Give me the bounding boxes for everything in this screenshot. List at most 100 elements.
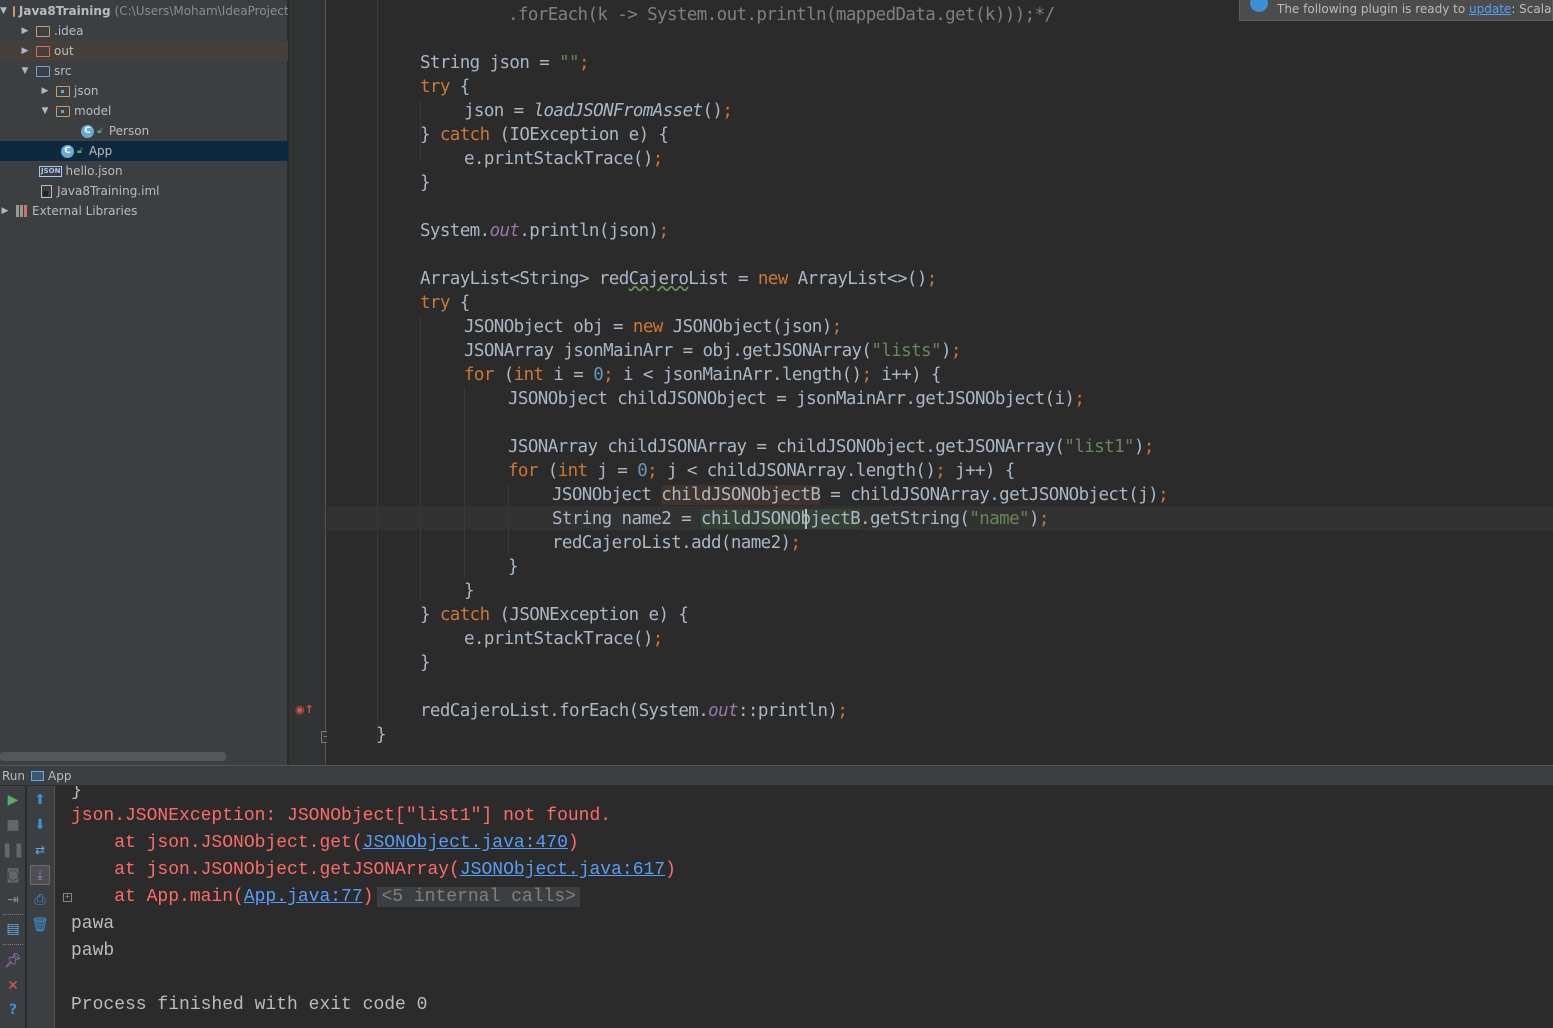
- tree-path: (C:\Users\Moham\IdeaProjects\...: [114, 4, 288, 18]
- code-line: redCajeroList.forEach(System.out::printl…: [420, 701, 848, 721]
- notification-text: The following plugin is ready to: [1277, 2, 1470, 16]
- stop-icon[interactable]: ■: [3, 815, 23, 835]
- run-config-tab[interactable]: App: [48, 769, 71, 783]
- tree-label: json: [74, 84, 99, 98]
- run-icon[interactable]: ▶: [3, 790, 23, 810]
- stack-link[interactable]: App.java:77: [244, 887, 363, 907]
- exception-line: json.JSONException: JSONObject["list1"] …: [71, 806, 612, 826]
- tree-label: .idea: [54, 24, 84, 38]
- json-file-icon: JSON: [39, 165, 63, 177]
- code-line: for (int i = 0; i < jsonMainArr.length()…: [464, 365, 942, 385]
- stack-link[interactable]: JSONObject.java:470: [363, 833, 568, 853]
- editor-gutter[interactable]: [289, 0, 326, 765]
- code-line: String json = "";: [420, 53, 590, 73]
- stack-trace-line: at App.main(App.java:77) <5 internal call…: [71, 884, 580, 911]
- code-line: } catch (IOException e) {: [420, 125, 669, 145]
- tree-label: out: [54, 44, 74, 58]
- chevron-right-icon[interactable]: ▶: [20, 26, 30, 36]
- tree-label: Java8Training.iml: [57, 184, 160, 198]
- indent-guide: [420, 316, 421, 601]
- code-line: try {: [420, 293, 470, 313]
- tree-item-external-libraries[interactable]: ▶ External Libraries: [0, 201, 288, 221]
- libraries-icon: [16, 205, 27, 217]
- tree-label: Person: [108, 124, 150, 138]
- pause-icon[interactable]: ❚❚: [1, 840, 24, 860]
- code-line: }: [464, 581, 475, 601]
- lock-icon: 🔓︎: [77, 146, 83, 156]
- trash-icon[interactable]: 🗑︎: [30, 915, 50, 935]
- indent-guide: [508, 484, 509, 554]
- tree-root-java8training[interactable]: ▼ Java8Training (C:\Users\Moham\IdeaProj…: [0, 1, 288, 21]
- tree-item-idea[interactable]: ▶ .idea: [0, 21, 288, 41]
- code-line: try {: [420, 77, 470, 97]
- run-toolbar-left: ▶ ■ ❚❚ ◙ ⇥ ▤ 📌︎ ✕ ?: [0, 786, 26, 1028]
- code-line: JSONObject childJSONObject = jsonMainArr…: [508, 389, 1085, 409]
- toolbar-separator: [3, 944, 23, 945]
- internal-calls-fold[interactable]: <5 internal calls>: [377, 887, 580, 907]
- code-line: System.out.println(json);: [420, 221, 669, 241]
- indent-guide: [464, 388, 465, 578]
- folder-icon: [36, 25, 50, 37]
- plugin-update-notification[interactable]: The following plugin is ready to update:…: [1239, 0, 1553, 21]
- code-line: e.printStackTrace();: [464, 149, 663, 169]
- iml-file-icon: [41, 184, 52, 198]
- code-line: }: [508, 557, 519, 577]
- code-editor[interactable]: .forEach(k -> System.out.println(mappedD…: [327, 0, 1553, 765]
- tree-item-model[interactable]: ▼ model: [0, 101, 288, 121]
- class-icon: C: [81, 124, 94, 138]
- run-label: Run: [2, 768, 26, 783]
- help-icon[interactable]: ?: [3, 1000, 23, 1020]
- code-line: } catch (JSONException e) {: [420, 605, 689, 625]
- tree-item-person[interactable]: C 🔓︎ Person: [0, 121, 288, 141]
- tree-item-iml[interactable]: Java8Training.iml: [0, 181, 288, 201]
- close-icon[interactable]: ✕: [3, 976, 23, 996]
- stack-link[interactable]: JSONObject.java:617: [460, 860, 665, 880]
- code-line: }: [420, 173, 431, 193]
- scroll-to-end-icon[interactable]: ⤓: [30, 865, 50, 885]
- up-arrow-icon[interactable]: ⬆: [30, 790, 50, 810]
- tree-label: hello.json: [65, 164, 123, 178]
- update-link[interactable]: update: [1469, 2, 1511, 16]
- chevron-right-icon[interactable]: ▶: [0, 206, 10, 216]
- dump-threads-icon[interactable]: ◙: [3, 865, 23, 885]
- override-marker-icon[interactable]: ◉↑: [295, 703, 314, 716]
- package-icon: [56, 85, 70, 97]
- notification-text-suffix: : Scala: [1511, 2, 1552, 16]
- chevron-down-icon[interactable]: ▼: [20, 66, 30, 76]
- indent-guide: [377, 0, 378, 745]
- chevron-right-icon[interactable]: ▶: [20, 46, 30, 56]
- tree-item-src[interactable]: ▼ src: [0, 61, 288, 81]
- code-line: JSONArray childJSONArray = childJSONObje…: [508, 437, 1154, 457]
- tree-label: External Libraries: [32, 204, 138, 218]
- down-arrow-icon[interactable]: ⬇: [30, 815, 50, 835]
- tree-item-json[interactable]: ▶ json: [0, 81, 288, 101]
- chevron-right-icon[interactable]: ▶: [40, 86, 50, 96]
- toolbar-separator: [3, 914, 23, 915]
- code-line: json = loadJSONFromAsset();: [464, 101, 733, 121]
- print-icon[interactable]: ⎙: [30, 890, 50, 910]
- tree-label: src: [54, 64, 72, 78]
- output-line: pawb: [71, 941, 115, 961]
- layout-icon[interactable]: ▤: [3, 919, 23, 939]
- run-toolbar-right: ⬆ ⬇ ⇄ ⤓ ⎙ 🗑︎: [27, 786, 55, 1028]
- tree-item-app[interactable]: C 🔓︎ App: [0, 141, 288, 161]
- tree-label: model: [74, 104, 112, 118]
- stack-trace-line: at json.JSONObject.getJSONArray(JSONObje…: [71, 860, 676, 880]
- module-folder-icon: [12, 5, 15, 17]
- soft-wrap-icon[interactable]: ⇄: [30, 840, 50, 860]
- run-panel-header: Run App: [0, 765, 1553, 786]
- code-line: e.printStackTrace();: [464, 629, 663, 649]
- horizontal-scrollbar[interactable]: [0, 752, 226, 761]
- source-folder-icon: [36, 65, 50, 77]
- tree-item-hello-json[interactable]: JSON hello.json: [0, 161, 288, 181]
- run-console[interactable]: } json.JSONException: JSONObject["list1"…: [56, 786, 1553, 1028]
- chevron-down-icon[interactable]: ▼: [40, 106, 50, 116]
- exit-icon[interactable]: ⇥: [3, 890, 23, 910]
- pin-icon[interactable]: 📌︎: [3, 951, 23, 971]
- code-line: JSONObject obj = new JSONObject(json);: [464, 317, 842, 337]
- tree-item-out[interactable]: ▶ out: [0, 41, 288, 61]
- tree-label: App: [88, 144, 113, 158]
- code-line: .forEach(k -> System.out.println(mappedD…: [508, 5, 1055, 25]
- chevron-down-icon[interactable]: ▼: [0, 6, 7, 16]
- code-line: }: [376, 725, 387, 745]
